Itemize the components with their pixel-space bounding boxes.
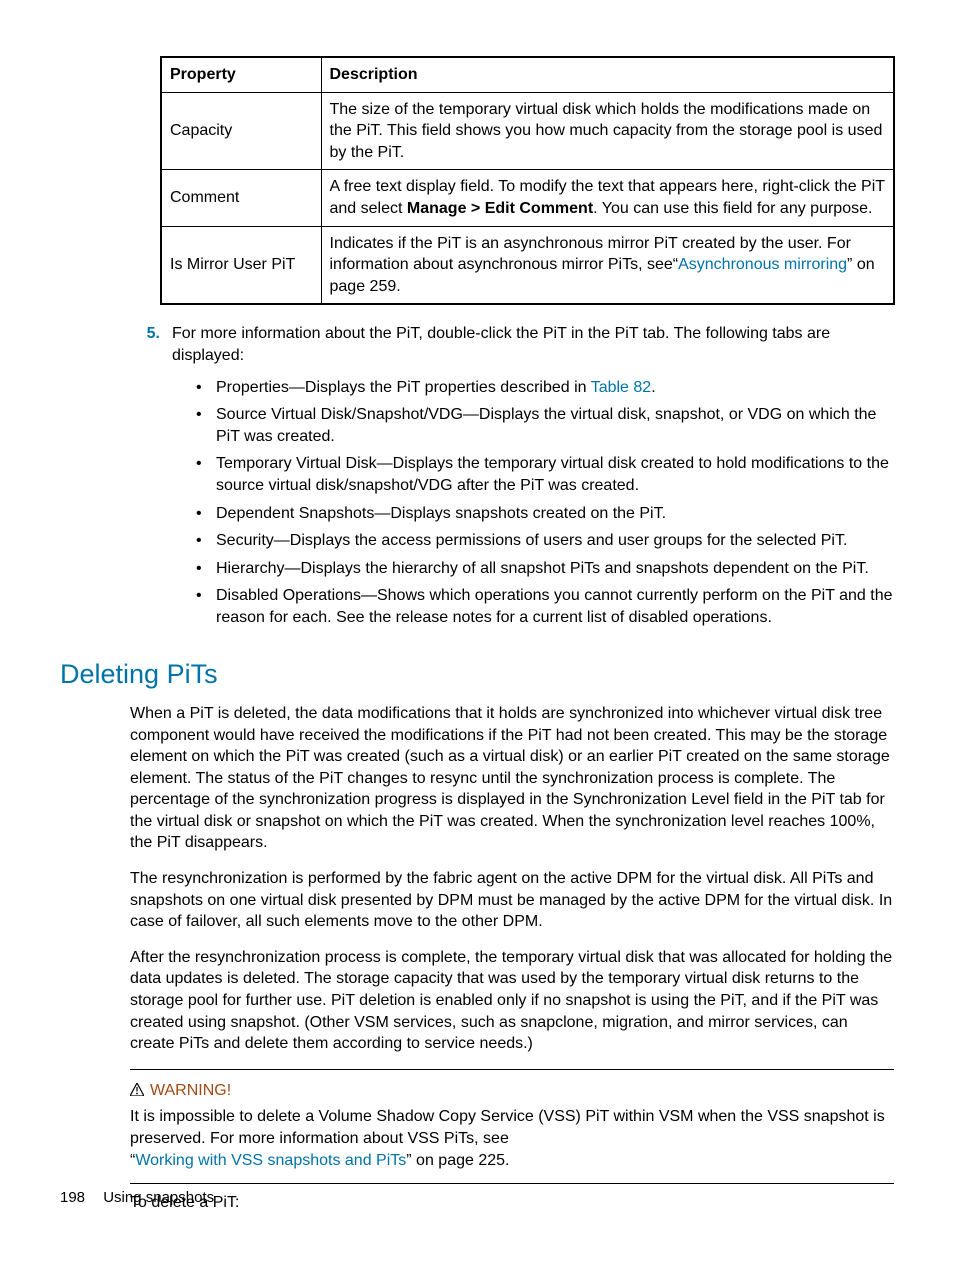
step-number: 5.: [130, 323, 172, 634]
text: .: [651, 379, 655, 396]
paragraph: After the resynchronization process is c…: [130, 947, 894, 1055]
warning-body: It is impossible to delete a Volume Shad…: [130, 1106, 894, 1171]
text: ” on page 225.: [406, 1152, 509, 1169]
bold-text: Manage > Edit Comment: [407, 200, 593, 217]
table-cell-property: Capacity: [161, 92, 321, 170]
link-async-mirroring[interactable]: Asynchronous mirroring: [678, 256, 847, 273]
table-cell-property: Is Mirror User PiT: [161, 226, 321, 304]
page: Property Description Capacity The size o…: [0, 0, 954, 1268]
page-footer: 198 Using snapshots: [60, 1188, 214, 1208]
properties-table: Property Description Capacity The size o…: [160, 56, 895, 305]
warning-heading: WARNING!: [130, 1080, 894, 1103]
list-item: Security—Displays the access permissions…: [196, 530, 894, 552]
paragraph: The resynchronization is performed by th…: [130, 868, 894, 933]
text: . You can use this field for any purpose…: [593, 200, 872, 217]
table-row: Is Mirror User PiT Indicates if the PiT …: [161, 226, 894, 304]
table-header-row: Property Description: [161, 57, 894, 92]
warning-label: WARNING!: [150, 1082, 231, 1099]
table-header-description: Description: [321, 57, 894, 92]
link-table-82[interactable]: Table 82: [591, 379, 652, 396]
paragraph: To delete a PiT:: [130, 1192, 894, 1214]
table-header-property: Property: [161, 57, 321, 92]
list-item: Disabled Operations—Shows which operatio…: [196, 585, 894, 628]
step-bullets: Properties—Displays the PiT properties d…: [172, 377, 894, 629]
table-cell-description: Indicates if the PiT is an asynchronous …: [321, 226, 894, 304]
list-item: Dependent Snapshots—Displays snapshots c…: [196, 503, 894, 525]
list-item: Properties—Displays the PiT properties d…: [196, 377, 894, 399]
footer-section: Using snapshots: [103, 1189, 214, 1206]
page-number: 198: [60, 1189, 85, 1206]
list-item: Hierarchy—Displays the hierarchy of all …: [196, 558, 894, 580]
section-heading-deleting-pits: Deleting PiTs: [60, 656, 894, 692]
paragraph: When a PiT is deleted, the data modifica…: [130, 703, 894, 854]
step-intro: For more information about the PiT, doub…: [172, 323, 894, 366]
table-row: Comment A free text display field. To mo…: [161, 170, 894, 226]
list-item: Source Virtual Disk/Snapshot/VDG—Display…: [196, 404, 894, 447]
table-cell-description: A free text display field. To modify the…: [321, 170, 894, 226]
warning-icon: [130, 1081, 144, 1103]
list-item: Temporary Virtual Disk—Displays the temp…: [196, 453, 894, 496]
step-5: 5. For more information about the PiT, d…: [130, 323, 894, 634]
link-vss-snapshots[interactable]: Working with VSS snapshots and PiTs: [135, 1152, 406, 1169]
table-cell-property: Comment: [161, 170, 321, 226]
warning-callout: WARNING! It is impossible to delete a Vo…: [130, 1069, 894, 1184]
text: It is impossible to delete a Volume Shad…: [130, 1108, 885, 1147]
table-row: Capacity The size of the temporary virtu…: [161, 92, 894, 170]
table-cell-description: The size of the temporary virtual disk w…: [321, 92, 894, 170]
text: Properties—Displays the PiT properties d…: [216, 379, 591, 396]
